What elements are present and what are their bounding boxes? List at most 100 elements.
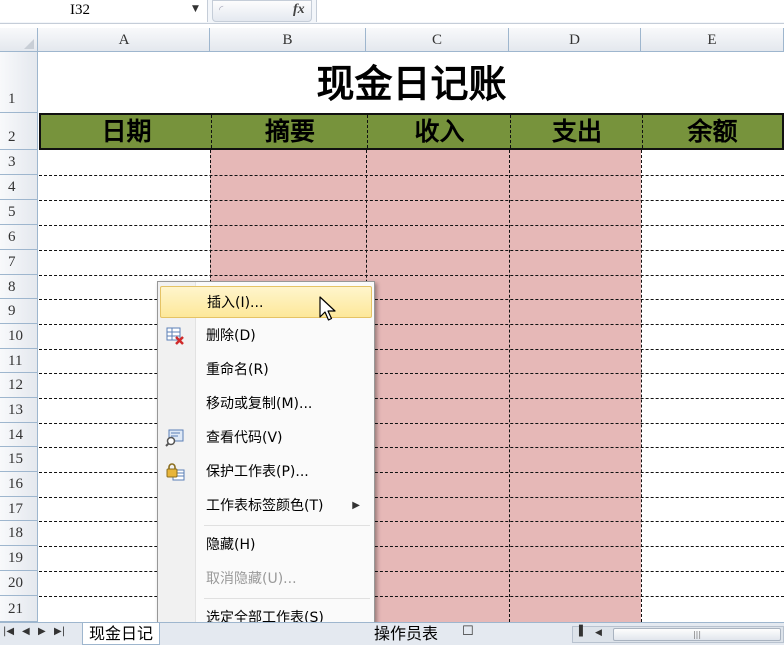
row-header-18[interactable]: 18 — [0, 521, 38, 546]
column-header-b[interactable]: B — [210, 28, 366, 52]
header-cell-summary[interactable]: 摘要 — [212, 115, 368, 148]
row-header-9[interactable]: 9 — [0, 299, 38, 324]
column-header-e[interactable]: E — [641, 28, 784, 52]
row-header-13[interactable]: 13 — [0, 398, 38, 423]
scroll-split-handle[interactable]: ▌ — [579, 626, 587, 637]
menu-separator — [204, 525, 370, 526]
header-cell-expense[interactable]: 支出 — [511, 115, 643, 148]
formula-cancel-icon[interactable]: ◜ — [219, 3, 223, 16]
row-divider — [39, 521, 784, 522]
row-divider — [39, 571, 784, 572]
column-header-d[interactable]: D — [509, 28, 641, 52]
menu-item-protect-sheet[interactable]: 保护工作表(P)... — [160, 456, 372, 488]
formula-input[interactable] — [316, 0, 784, 22]
header-cell-income[interactable]: 收入 — [368, 115, 511, 148]
scroll-left-icon[interactable]: ◀ — [595, 628, 602, 638]
menu-item-insert[interactable]: 插入(I)... — [160, 286, 372, 318]
row-header-2[interactable]: 2 — [0, 113, 38, 150]
menu-item-label: 重命名(R) — [206, 362, 269, 378]
row-divider — [39, 596, 784, 597]
sheet-tab-cash-journal[interactable]: 现金日记 — [82, 623, 161, 645]
row-divider — [39, 349, 784, 350]
menu-separator — [204, 598, 370, 599]
menu-item-tab-color[interactable]: 工作表标签颜色(T) ▶ — [160, 490, 372, 522]
row-divider — [39, 447, 784, 448]
row-header-19[interactable]: 19 — [0, 546, 38, 571]
row-divider — [39, 398, 784, 399]
row-divider — [39, 275, 784, 276]
row-header-4[interactable]: 4 — [0, 175, 38, 200]
row-divider — [39, 497, 784, 498]
row-header-11[interactable]: 11 — [0, 349, 38, 373]
insert-sheet-icon[interactable]: ☐ — [462, 624, 474, 639]
row-divider — [39, 225, 784, 226]
header-cell-date[interactable]: 日期 — [41, 115, 212, 148]
row-divider — [39, 472, 784, 473]
row-header-1[interactable]: 1 — [0, 52, 38, 113]
menu-item-label: 工作表标签颜色(T) — [206, 498, 324, 514]
column-header-a[interactable]: A — [39, 28, 210, 52]
row-divider — [39, 200, 784, 201]
insert-function-button[interactable]: fx — [293, 2, 305, 18]
sheet-title[interactable]: 现金日记账 — [39, 52, 784, 112]
row-divider — [39, 373, 784, 374]
row-header-14[interactable]: 14 — [0, 423, 38, 447]
column-header-c[interactable]: C — [366, 28, 509, 52]
horizontal-scrollbar[interactable]: ▌ ◀ ||| — [572, 626, 784, 643]
prev-sheet-icon[interactable]: ◀ — [22, 626, 30, 637]
protect-sheet-icon — [165, 462, 185, 482]
row-header-3[interactable]: 3 — [0, 150, 38, 175]
row-header-12[interactable]: 12 — [0, 373, 38, 398]
row-header-10[interactable]: 10 — [0, 324, 38, 349]
formula-buttons: ◜ fx — [212, 0, 312, 22]
data-grid[interactable] — [39, 150, 784, 622]
menu-item-view-code[interactable]: 查看代码(V) — [160, 422, 372, 454]
submenu-arrow-icon: ▶ — [352, 500, 360, 511]
name-box[interactable]: I32 ▼ — [0, 0, 208, 22]
row-header-17[interactable]: 17 — [0, 497, 38, 521]
menu-item-unhide: 取消隐藏(U)... — [160, 563, 372, 595]
row-divider — [39, 175, 784, 176]
menu-item-delete[interactable]: 删除(D) — [160, 320, 372, 352]
name-box-value: I32 — [70, 2, 90, 18]
select-all-button[interactable] — [0, 28, 38, 52]
menu-item-label: 保护工作表(P)... — [206, 464, 309, 480]
last-sheet-icon[interactable]: ▶| — [54, 626, 65, 637]
formula-bar: I32 ▼ ◜ fx — [0, 0, 784, 24]
menu-item-move-or-copy[interactable]: 移动或复制(M)... — [160, 388, 372, 420]
column-header-row: A B C D E — [0, 28, 784, 52]
row-divider — [39, 423, 784, 424]
menu-item-hide[interactable]: 隐藏(H) — [160, 529, 372, 561]
row-header-5[interactable]: 5 — [0, 200, 38, 225]
first-sheet-icon[interactable]: |◀ — [3, 626, 14, 637]
menu-item-label: 移动或复制(M)... — [206, 396, 313, 412]
row-header-21[interactable]: 21 — [0, 596, 38, 622]
row-divider — [39, 546, 784, 547]
mouse-cursor-icon — [319, 296, 336, 321]
row-header-7[interactable]: 7 — [0, 250, 38, 275]
menu-item-label: 隐藏(H) — [206, 537, 256, 553]
menu-item-rename[interactable]: 重命名(R) — [160, 354, 372, 386]
header-cell-balance[interactable]: 余额 — [643, 115, 782, 148]
delete-sheet-icon — [165, 326, 185, 346]
table-header-row: 日期 摘要 收入 支出 余额 — [39, 113, 784, 150]
row-header-6[interactable]: 6 — [0, 225, 38, 250]
row-header-20[interactable]: 20 — [0, 571, 38, 596]
row-header-15[interactable]: 15 — [0, 447, 38, 472]
sheet-tab-operators[interactable]: 操作员表 — [374, 623, 438, 645]
name-box-dropdown-icon[interactable]: ▼ — [192, 4, 199, 14]
scroll-thumb[interactable]: ||| — [613, 628, 781, 641]
column-divider — [641, 150, 642, 622]
row-divider — [39, 299, 784, 300]
next-sheet-icon[interactable]: ▶ — [38, 626, 46, 637]
row-header-16[interactable]: 16 — [0, 472, 38, 497]
row-divider — [39, 250, 784, 251]
sheet-tab-bar: |◀ ◀ ▶ ▶| 现金日记 操作员表 ☐ ▌ ◀ ||| — [0, 622, 784, 645]
row-divider — [39, 324, 784, 325]
menu-item-label: 查看代码(V) — [206, 430, 283, 446]
row-header-8[interactable]: 8 — [0, 275, 38, 299]
menu-item-label: 插入(I)... — [207, 295, 264, 311]
column-divider — [509, 150, 510, 622]
sheet-tab-context-menu: 插入(I)... 删除(D) 重命名(R) 移动或复制(M)... 查看代码(V… — [157, 281, 375, 638]
view-code-icon — [165, 428, 185, 448]
